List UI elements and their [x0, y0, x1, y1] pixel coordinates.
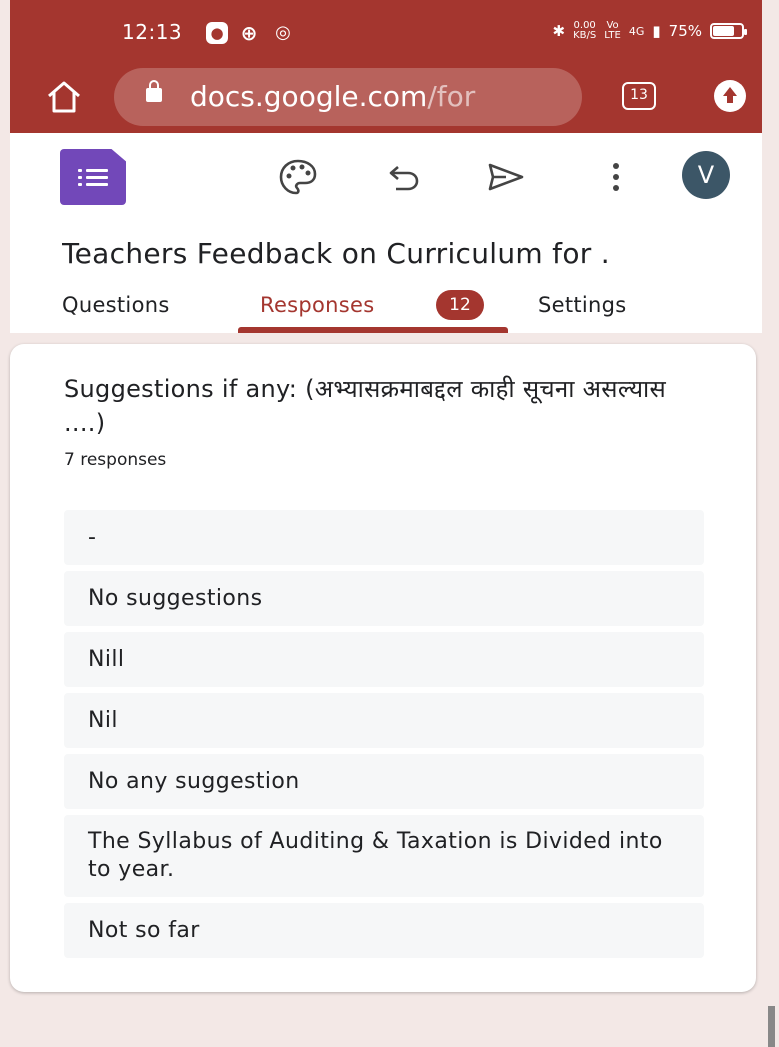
notification-app-icon: ●: [206, 22, 228, 44]
response-item: Not so far: [64, 903, 704, 958]
url-domain: docs.google.com: [190, 80, 428, 113]
tab-questions[interactable]: Questions: [62, 293, 170, 317]
volte-indicator: Vo LTE: [604, 21, 621, 41]
response-item: Nill: [64, 632, 704, 687]
form-title: Teachers Feedback on Curriculum for .: [62, 237, 610, 270]
response-item: The Syllabus of Auditing & Taxation is D…: [64, 815, 704, 897]
volte-bottom: LTE: [604, 30, 621, 41]
account-avatar[interactable]: V: [682, 151, 730, 199]
browser-chrome: 12:13 ● ⊕ ◎ ✱ 0.00 KB/S Vo LTE 4G ▮ 75% do…: [10, 0, 762, 133]
net-speed-unit: KB/S: [573, 30, 597, 41]
notification-game-icon: ⊕: [240, 21, 258, 45]
question-title: Suggestions if any: (अभ्यासक्रमाबद्दल का…: [64, 375, 667, 437]
palette-icon[interactable]: [276, 155, 320, 199]
notification-chrome-icon: ◎: [275, 22, 291, 43]
status-bar: 12:13 ● ⊕ ◎ ✱ 0.00 KB/S Vo LTE 4G ▮ 75%: [10, 0, 762, 66]
google-forms-logo[interactable]: [60, 149, 126, 205]
address-bar[interactable]: docs.google.com/for: [114, 68, 582, 126]
battery-fill: [713, 26, 734, 36]
send-icon[interactable]: [484, 155, 528, 199]
question-summary-card: Suggestions if any: (अभ्यासक्रमाबद्दल का…: [10, 344, 756, 992]
bluetooth-icon: ✱: [552, 22, 566, 40]
battery-percent: 75%: [668, 22, 702, 40]
response-item: No any suggestion: [64, 754, 704, 809]
undo-icon[interactable]: [382, 155, 426, 199]
url-text: docs.google.com/for: [190, 80, 570, 113]
scrollbar[interactable]: [768, 1006, 775, 1047]
more-vert-icon[interactable]: [594, 155, 638, 199]
tab-responses[interactable]: Responses: [260, 293, 375, 317]
network-type: 4G: [628, 24, 645, 38]
net-speed: 0.00 KB/S: [573, 21, 596, 41]
lock-icon: [146, 80, 162, 102]
upload-icon[interactable]: [714, 80, 746, 112]
forms-header: V Teachers Feedback on Curriculum for . …: [10, 133, 762, 333]
signal-icon: ▮: [652, 22, 661, 40]
url-row: docs.google.com/for 13: [10, 66, 762, 133]
tab-settings[interactable]: Settings: [538, 293, 627, 317]
response-item: No suggestions: [64, 571, 704, 626]
response-item: Nil: [64, 693, 704, 748]
response-item: -: [64, 510, 704, 565]
battery-icon: [710, 23, 747, 39]
status-right: ✱ 0.00 KB/S Vo LTE 4G ▮ 75%: [552, 21, 747, 41]
url-path: /for: [427, 80, 476, 113]
responses-count-badge: 12: [436, 290, 484, 320]
home-icon[interactable]: [44, 77, 84, 117]
active-tab-indicator: [238, 327, 508, 333]
tab-switcher-button[interactable]: 13: [622, 82, 656, 110]
response-count: 7 responses: [64, 450, 167, 470]
status-time: 12:13: [122, 20, 183, 44]
responses-list: - No suggestions Nill Nil No any suggest…: [64, 510, 704, 964]
